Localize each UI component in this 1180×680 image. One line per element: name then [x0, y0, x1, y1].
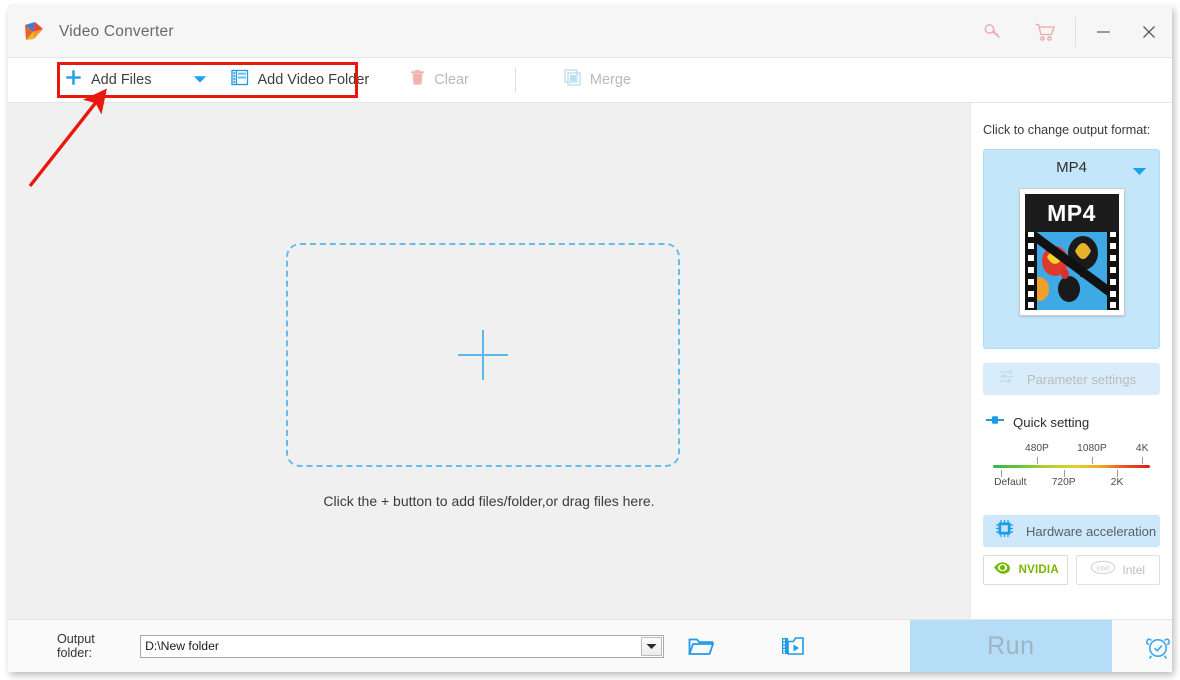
chevron-down-icon[interactable]	[1132, 163, 1147, 181]
main-toolbar: Add Files Add Video Folder Clear Merge	[8, 58, 1172, 103]
title-bar-divider	[1075, 16, 1076, 47]
add-files-label: Add Files	[91, 72, 152, 88]
title-bar-actions	[967, 6, 1172, 57]
cpu-chip-icon	[995, 519, 1014, 543]
slider-label-480p: 480P	[1025, 443, 1049, 454]
drop-zone[interactable]	[286, 243, 680, 467]
file-list-stage: Click the + button to add files/folder,o…	[8, 103, 970, 619]
add-files-dropdown-button[interactable]	[193, 71, 207, 89]
panel-title: Click to change output format:	[983, 123, 1151, 137]
nvidia-eye-icon	[992, 560, 1013, 580]
add-video-folder-label: Add Video Folder	[257, 72, 370, 88]
minimize-icon[interactable]	[1080, 6, 1126, 58]
open-folder-button[interactable]	[687, 636, 714, 657]
intel-logo-icon: intel	[1090, 560, 1116, 580]
key-icon[interactable]	[967, 6, 1019, 58]
slider-bottom-ticks	[993, 469, 1150, 477]
chevron-down-icon	[193, 71, 207, 89]
thumbnail-format-label: MP4	[1024, 194, 1119, 232]
output-format-card[interactable]: MP4 MP4	[983, 149, 1160, 349]
trash-icon	[410, 69, 425, 91]
slider-label-4k: 4K	[1135, 443, 1149, 454]
title-bar: Video Converter	[8, 6, 1172, 58]
run-button[interactable]: Run	[909, 619, 1113, 672]
add-video-folder-button[interactable]: Add Video Folder	[231, 58, 369, 102]
merge-button[interactable]: Merge	[564, 58, 631, 102]
quick-setting-label: Quick setting	[1013, 414, 1090, 430]
film-folder-icon	[231, 69, 249, 91]
add-files-button[interactable]: Add Files	[65, 58, 151, 102]
output-folder-input[interactable]: D:\New folder	[140, 634, 664, 658]
bottom-bar: Output folder: D:\New folder Run	[8, 619, 1172, 672]
plus-large-icon[interactable]	[458, 330, 508, 380]
slider-label-1080p: 1080P	[1077, 443, 1107, 454]
quality-slider[interactable]: 480P 1080P 4K Default 720P 2K	[983, 443, 1160, 499]
gpu-nvidia-button[interactable]: NVIDIA	[983, 555, 1068, 585]
toolbar-divider	[514, 67, 516, 93]
format-thumbnail: MP4	[1018, 188, 1125, 316]
slider-label-2k: 2K	[1110, 477, 1124, 488]
merge-squares-icon	[564, 69, 581, 91]
parameter-settings-label: Parameter settings	[1027, 371, 1137, 387]
sliders-icon	[999, 369, 1016, 389]
output-format-name: MP4	[1056, 158, 1087, 176]
run-label: Run	[987, 631, 1035, 660]
slider-top-labels: 480P 1080P 4K	[993, 443, 1150, 456]
hardware-acceleration-label: Hardware acceleration	[1026, 523, 1157, 539]
cart-icon[interactable]	[1019, 6, 1071, 58]
output-folder-label: Output folder:	[57, 632, 95, 660]
plus-icon	[65, 69, 82, 91]
gpu-nvidia-label: NVIDIA	[1018, 564, 1059, 576]
close-icon[interactable]	[1126, 6, 1172, 58]
svg-text:intel: intel	[1097, 565, 1110, 572]
merge-label: Merge	[589, 72, 631, 88]
gpu-options: NVIDIA intel Intel	[983, 555, 1160, 585]
alarm-clock-button[interactable]	[1144, 633, 1172, 660]
slider-label-720p: 720P	[1051, 477, 1076, 488]
quick-setting-header[interactable]: Quick setting	[983, 413, 1160, 431]
gpu-intel-label: Intel	[1122, 563, 1146, 577]
output-folder-value: D:\New folder	[145, 639, 219, 653]
clear-button[interactable]: Clear	[410, 58, 469, 102]
output-format-panel: Click to change output format: MP4 MP4 P…	[970, 103, 1172, 619]
slider-bottom-labels: Default 720P 2K	[993, 477, 1150, 490]
clear-label: Clear	[434, 72, 469, 88]
output-folder-dropdown-icon[interactable]	[640, 636, 662, 656]
output-format-header[interactable]: MP4	[984, 150, 1159, 184]
media-folder-button[interactable]	[781, 635, 805, 657]
gpu-intel-button[interactable]: intel Intel	[1075, 555, 1160, 585]
slider-top-ticks	[993, 456, 1150, 464]
slider-label-default: Default	[994, 477, 1027, 488]
slider-handle-icon	[985, 413, 1005, 431]
drop-zone-hint: Click the + button to add files/folder,o…	[323, 493, 655, 509]
app-title: Video Converter	[59, 22, 174, 40]
hardware-acceleration-button[interactable]: Hardware acceleration	[983, 515, 1160, 547]
thumbnail-image	[1024, 227, 1119, 310]
app-window: Video Converter Add Files Add Video Fold…	[8, 6, 1172, 672]
parameter-settings-button[interactable]: Parameter settings	[983, 363, 1160, 395]
slider-gradient-bar[interactable]	[993, 465, 1150, 468]
app-logo-play-icon	[21, 19, 47, 45]
